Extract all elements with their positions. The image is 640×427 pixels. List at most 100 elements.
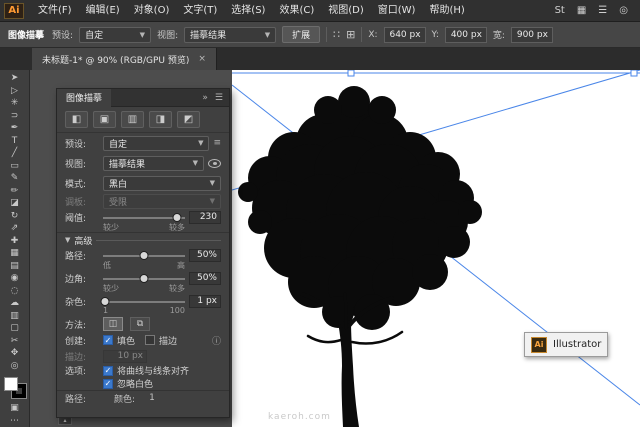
- threshold-value[interactable]: 230: [189, 211, 221, 224]
- noise-value[interactable]: 1 px: [189, 295, 221, 308]
- panel-preset-dropdown[interactable]: 自定 ▼: [103, 136, 209, 151]
- menu-effect[interactable]: 效果(C): [272, 0, 321, 22]
- menu-file[interactable]: 文件(F): [31, 0, 79, 22]
- mesh-tool[interactable]: ▦: [3, 247, 27, 260]
- selection-tool[interactable]: ➤: [3, 72, 27, 85]
- method-abutting-button[interactable]: ◫: [103, 317, 123, 331]
- symbol-sprayer-tool[interactable]: ☁: [3, 297, 27, 310]
- scale-tool[interactable]: ⇗: [3, 222, 27, 235]
- corners-slider[interactable]: [103, 272, 185, 285]
- slider-thumb[interactable]: [100, 297, 109, 306]
- selection-handle[interactable]: [631, 70, 637, 76]
- blend-tool[interactable]: ◌: [3, 285, 27, 298]
- menu-select[interactable]: 选择(S): [224, 0, 272, 22]
- paths-min-label: 低: [103, 260, 111, 270]
- panel-title-tab[interactable]: 图像描摹: [57, 89, 111, 107]
- direct-selection-tool[interactable]: ▷: [3, 85, 27, 98]
- x-field[interactable]: 640 px: [384, 27, 426, 43]
- width-field[interactable]: 900 px: [511, 27, 553, 43]
- chevron-down-icon: ▼: [198, 139, 203, 147]
- preset-flyout-icon[interactable]: ≡: [213, 138, 221, 148]
- method-overlapping-button[interactable]: ⧉: [130, 317, 150, 331]
- width-tool[interactable]: ✚: [3, 235, 27, 248]
- reference-point-icon[interactable]: ∷: [333, 28, 340, 41]
- rotate-tool[interactable]: ↻: [3, 210, 27, 223]
- document-tab[interactable]: 未标题-1* @ 90% (RGB/GPU 预览) ×: [32, 48, 217, 70]
- preset-dropdown[interactable]: 自定 ▼: [79, 27, 151, 43]
- close-icon[interactable]: ×: [198, 54, 206, 64]
- column-graph-tool[interactable]: ▥: [3, 310, 27, 323]
- threshold-slider[interactable]: [103, 211, 185, 224]
- slider-thumb[interactable]: [140, 274, 149, 283]
- gradient-tool[interactable]: ▤: [3, 260, 27, 273]
- options-label: 选项:: [65, 364, 99, 377]
- corners-value[interactable]: 50%: [189, 272, 221, 285]
- artboard[interactable]: Ai Illustrator kaeroh.com: [232, 70, 640, 427]
- preset-auto-color-button[interactable]: ◧: [65, 111, 88, 128]
- view-label: 视图:: [157, 28, 178, 41]
- slider-thumb[interactable]: [140, 251, 149, 260]
- menu-type[interactable]: 文字(T): [176, 0, 224, 22]
- menu-window[interactable]: 窗口(W): [371, 0, 423, 22]
- view-dropdown[interactable]: 描摹结果 ▼: [184, 27, 276, 43]
- preset-black-white-button[interactable]: ◩: [177, 111, 200, 128]
- snap-curves-checkbox[interactable]: [103, 366, 113, 376]
- slider-thumb[interactable]: [172, 213, 181, 222]
- fill-swatch[interactable]: [4, 377, 18, 391]
- preset-low-color-button[interactable]: ▥: [121, 111, 144, 128]
- panel-mode-dropdown[interactable]: 黑白 ▼: [103, 176, 221, 191]
- y-field[interactable]: 400 px: [445, 27, 487, 43]
- artboard-tool[interactable]: ▢: [3, 322, 27, 335]
- expand-button[interactable]: 扩展: [282, 26, 320, 43]
- draw-mode-icon[interactable]: ▣: [3, 402, 27, 415]
- rectangle-tool[interactable]: ▭: [3, 160, 27, 173]
- workspace-switcher-icon[interactable]: ☰: [598, 5, 607, 16]
- threshold-min-label: 较少: [103, 222, 119, 232]
- fills-checkbox[interactable]: [103, 335, 113, 345]
- arrange-documents-icon[interactable]: ▦: [577, 5, 586, 16]
- tooltip-label: Illustrator: [553, 339, 601, 350]
- stroke-width-label: 描边:: [65, 350, 99, 363]
- selection-handle[interactable]: [348, 70, 354, 76]
- preset-grayscale-button[interactable]: ◨: [149, 111, 172, 128]
- menu-help[interactable]: 帮助(H): [422, 0, 471, 22]
- menu-edit[interactable]: 编辑(E): [79, 0, 127, 22]
- panel-view-dropdown[interactable]: 描摹结果 ▼: [103, 156, 204, 171]
- collapse-panel-icon[interactable]: »: [202, 93, 208, 103]
- eyedropper-tool[interactable]: ◉: [3, 272, 27, 285]
- chevron-down-icon: ▼: [210, 179, 215, 187]
- panel-menu-icon[interactable]: ☰: [215, 93, 223, 103]
- advanced-section-header[interactable]: ▼ 高级: [57, 232, 229, 247]
- magic-wand-tool[interactable]: ✳: [3, 97, 27, 110]
- paths-slider[interactable]: [103, 249, 185, 262]
- traced-image[interactable]: [232, 70, 640, 427]
- paths-value[interactable]: 50%: [189, 249, 221, 262]
- panel-palette-label: 调板:: [65, 195, 99, 208]
- preset-label: 预设:: [52, 28, 73, 41]
- stock-icon[interactable]: St: [555, 5, 565, 16]
- slice-tool[interactable]: ✂: [3, 335, 27, 348]
- tree-silhouette[interactable]: [238, 86, 482, 427]
- pen-tool[interactable]: ✒: [3, 122, 27, 135]
- eraser-tool[interactable]: ◪: [3, 197, 27, 210]
- pencil-tool[interactable]: ✏: [3, 185, 27, 198]
- chevron-down-icon: ▼: [265, 31, 270, 39]
- preview-eye-icon[interactable]: [208, 159, 221, 168]
- trace-preset-buttons: ◧ ▣ ▥ ◨ ◩: [57, 107, 229, 133]
- lasso-tool[interactable]: ⊃: [3, 110, 27, 123]
- paintbrush-tool[interactable]: ✎: [3, 172, 27, 185]
- more-tools-icon[interactable]: ⋯: [3, 415, 27, 427]
- strokes-checkbox[interactable]: [145, 335, 155, 345]
- fill-stroke-swatches[interactable]: [4, 377, 26, 398]
- ignore-white-checkbox[interactable]: [103, 379, 113, 389]
- line-segment-tool[interactable]: ╱: [3, 147, 27, 160]
- transform-panel-icon[interactable]: ⊞: [346, 28, 355, 41]
- type-tool[interactable]: T: [3, 135, 27, 148]
- preset-high-color-button[interactable]: ▣: [93, 111, 116, 128]
- menu-view[interactable]: 视图(D): [321, 0, 371, 22]
- zoom-tool[interactable]: ◎: [3, 360, 27, 373]
- noise-slider[interactable]: [103, 295, 185, 308]
- search-icon[interactable]: ◎: [619, 5, 628, 16]
- hand-tool[interactable]: ✥: [3, 347, 27, 360]
- menu-object[interactable]: 对象(O): [127, 0, 177, 22]
